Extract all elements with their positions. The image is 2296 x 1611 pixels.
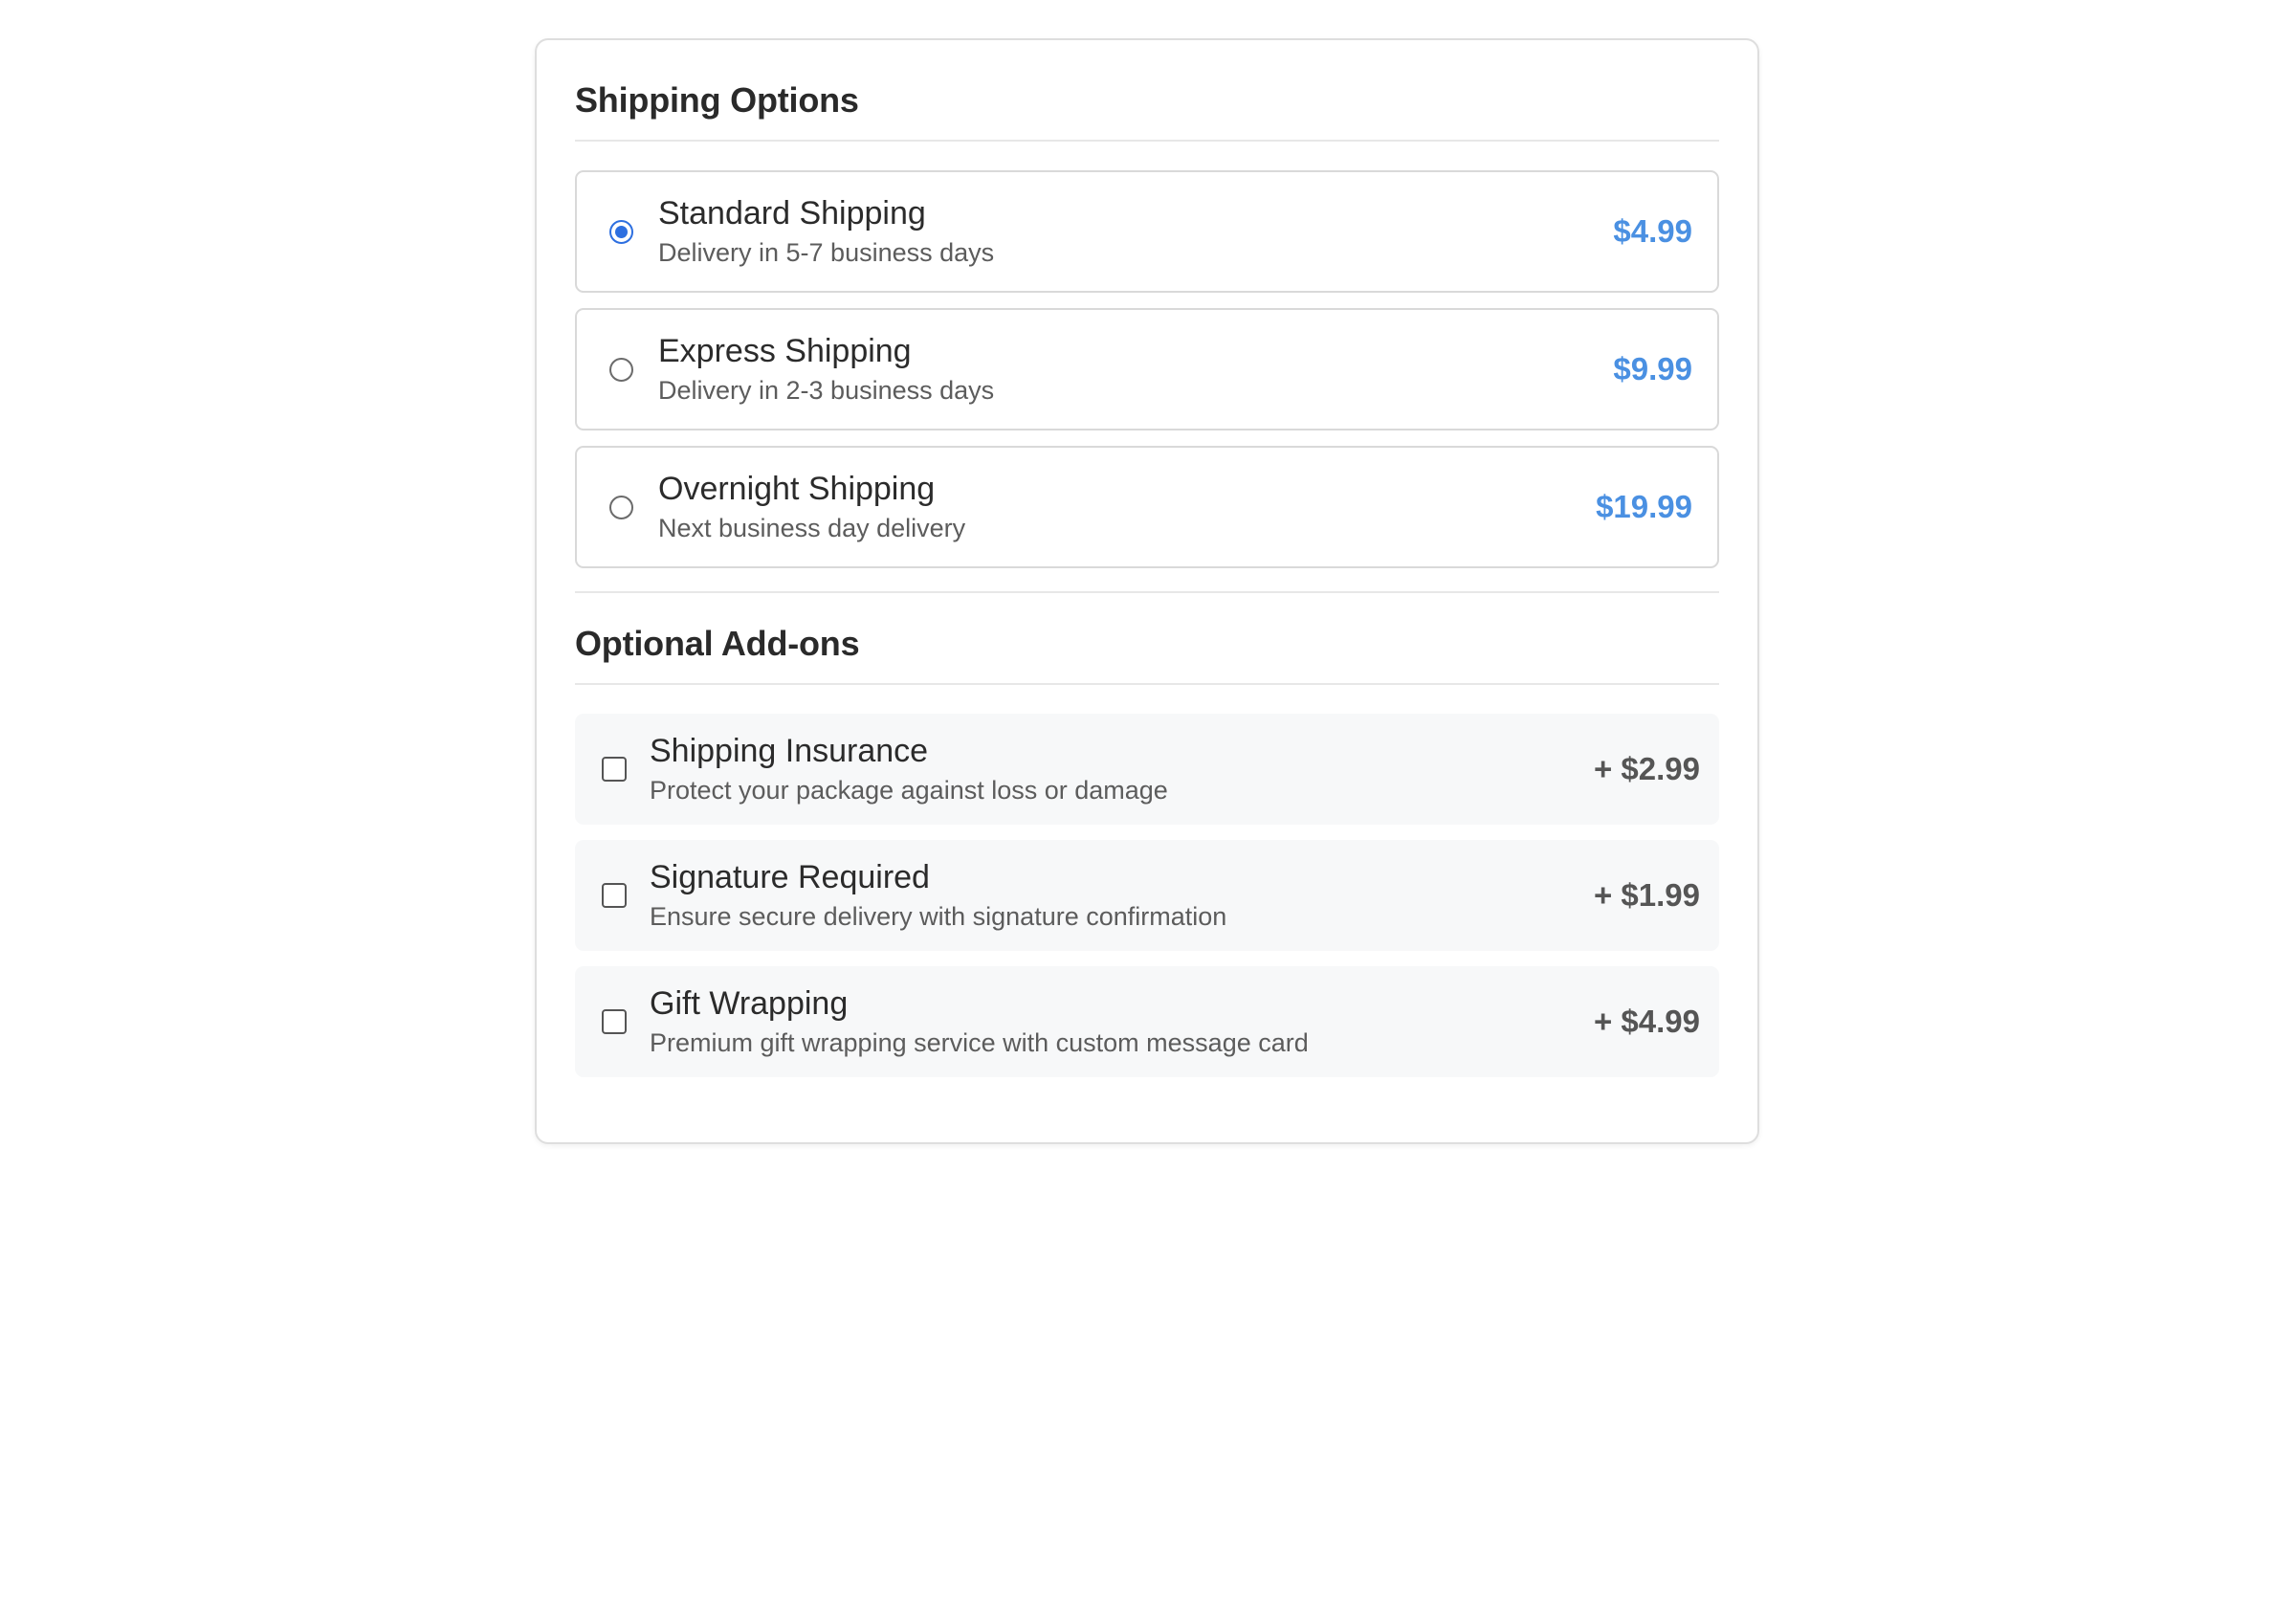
- shipping-card: Shipping Options Standard Shipping Deliv…: [535, 38, 1759, 1144]
- radio-overnight-shipping[interactable]: [609, 495, 633, 519]
- radio-standard-shipping[interactable]: [609, 219, 633, 244]
- addon-description: Ensure secure delivery with signature co…: [650, 902, 1227, 931]
- addon-name: Signature Required: [650, 859, 930, 895]
- option-text: Overnight Shipping Next business day del…: [658, 469, 1596, 545]
- addon-description: Protect your package against loss or dam…: [650, 776, 1168, 805]
- shipping-option-standard[interactable]: Standard Shipping Delivery in 5-7 busine…: [575, 170, 1719, 293]
- radio-express-shipping[interactable]: [609, 357, 633, 382]
- addon-text: Shipping Insurance Protect your package …: [650, 731, 1594, 807]
- addon-price: + $4.99: [1593, 1004, 1700, 1039]
- optional-addons-title: Optional Add-ons: [575, 624, 860, 663]
- option-name: Standard Shipping: [658, 195, 926, 232]
- addon-price: + $1.99: [1593, 877, 1700, 913]
- addons-list: Shipping Insurance Protect your package …: [575, 714, 1719, 1077]
- shipping-options-list: Standard Shipping Delivery in 5-7 busine…: [575, 170, 1719, 568]
- shipping-options-title: Shipping Options: [575, 80, 859, 120]
- option-price: $9.99: [1613, 351, 1692, 386]
- option-text: Standard Shipping Delivery in 5-7 busine…: [658, 193, 1613, 270]
- shipping-header: Shipping Options: [575, 40, 1719, 142]
- checkbox-gift-wrapping[interactable]: [602, 1009, 627, 1034]
- addon-name: Shipping Insurance: [650, 733, 929, 769]
- addons-header: Optional Add-ons: [575, 593, 1719, 685]
- addon-price: + $2.99: [1593, 751, 1700, 786]
- shipping-option-express[interactable]: Express Shipping Delivery in 2-3 busines…: [575, 308, 1719, 430]
- option-description: Next business day delivery: [658, 514, 966, 542]
- addon-description: Premium gift wrapping service with custo…: [650, 1028, 1309, 1057]
- option-price: $4.99: [1613, 213, 1692, 249]
- option-description: Delivery in 2-3 business days: [658, 376, 995, 405]
- option-description: Delivery in 5-7 business days: [658, 238, 995, 267]
- addon-shipping-insurance[interactable]: Shipping Insurance Protect your package …: [575, 714, 1719, 825]
- option-name: Overnight Shipping: [658, 471, 936, 507]
- option-text: Express Shipping Delivery in 2-3 busines…: [658, 331, 1613, 408]
- addon-text: Signature Required Ensure secure deliver…: [650, 857, 1594, 934]
- addon-signature-required[interactable]: Signature Required Ensure secure deliver…: [575, 840, 1719, 951]
- checkbox-shipping-insurance[interactable]: [602, 757, 627, 782]
- option-name: Express Shipping: [658, 333, 912, 369]
- addon-gift-wrapping[interactable]: Gift Wrapping Premium gift wrapping serv…: [575, 966, 1719, 1077]
- shipping-option-overnight[interactable]: Overnight Shipping Next business day del…: [575, 446, 1719, 568]
- option-price: $19.99: [1596, 489, 1692, 524]
- card-content: Shipping Options Standard Shipping Deliv…: [575, 40, 1719, 1092]
- addon-text: Gift Wrapping Premium gift wrapping serv…: [650, 983, 1594, 1060]
- addon-name: Gift Wrapping: [650, 985, 849, 1022]
- checkbox-signature-required[interactable]: [602, 883, 627, 908]
